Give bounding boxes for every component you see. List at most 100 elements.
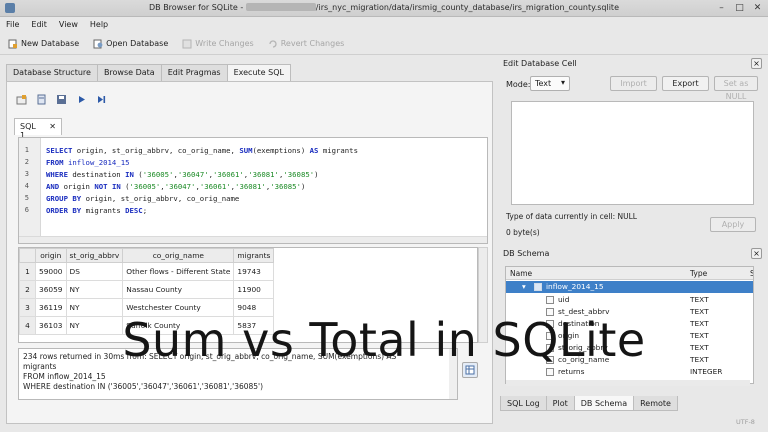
tab-execute-sql[interactable]: Execute SQL xyxy=(226,64,291,82)
execute-line-icon[interactable] xyxy=(96,94,107,107)
revert-changes-button[interactable]: Revert Changes xyxy=(268,39,345,49)
field-name: uid xyxy=(558,295,570,304)
dock-tab-remote[interactable]: Remote xyxy=(633,396,678,411)
close-sql-tab-icon[interactable]: ✕ xyxy=(49,122,56,132)
row-number: 2 xyxy=(19,280,36,299)
export-button[interactable]: Export xyxy=(662,76,709,91)
sql-editor[interactable]: 1 2 3 4 5 6 SELECT origin, st_orig_abbrv… xyxy=(18,137,488,244)
line-number: 4 xyxy=(24,182,29,190)
menu-edit[interactable]: Edit xyxy=(31,20,47,29)
table-cell[interactable]: 36059 xyxy=(35,280,67,299)
open-database-button[interactable]: Open Database xyxy=(93,39,168,49)
write-changes-label: Write Changes xyxy=(195,39,254,48)
line-number: 1 xyxy=(24,146,29,154)
sql-line: WHERE destination IN ('36005','36047','3… xyxy=(46,170,319,179)
column-header-origin[interactable]: origin xyxy=(35,248,67,263)
schema-col-type[interactable]: Type xyxy=(690,269,707,278)
close-dock-icon[interactable]: × xyxy=(751,248,762,259)
mode-label: Mode: xyxy=(506,80,531,89)
table-cell[interactable]: NY xyxy=(65,280,124,299)
close-dock-icon[interactable]: × xyxy=(751,58,762,69)
table-cell[interactable]: 11900 xyxy=(233,280,275,299)
mode-select[interactable]: Text ▾ xyxy=(530,76,570,91)
open-database-label: Open Database xyxy=(106,39,169,48)
table-cell[interactable]: 59000 xyxy=(35,262,67,281)
table-row[interactable]: 2 36059 NY Nassau County 11900 xyxy=(19,280,275,299)
set-as-null-button[interactable]: Set as NULL xyxy=(714,76,758,101)
tab-browse-data[interactable]: Browse Data xyxy=(96,64,162,81)
schema-table-name: inflow_2014_15 xyxy=(546,282,604,291)
dock-tab-db-schema[interactable]: DB Schema xyxy=(573,396,635,411)
sql-line: ORDER BY migrants DESC; xyxy=(46,206,148,215)
editor-horizontal-scrollbar[interactable] xyxy=(19,236,487,243)
schema-horizontal-scrollbar[interactable] xyxy=(506,380,750,386)
dock-tab-sql-log[interactable]: SQL Log xyxy=(500,396,547,411)
execute-all-icon[interactable] xyxy=(76,94,87,107)
table-cell[interactable]: Other flows - Different State xyxy=(122,262,235,281)
new-database-label: New Database xyxy=(21,39,80,48)
field-icon xyxy=(546,296,554,304)
new-database-button[interactable]: New Database xyxy=(8,39,79,49)
edit-cell-dock-title: Edit Database Cell xyxy=(503,59,577,68)
window-title: DB Browser for SQLite - /irs_nyc_migrati… xyxy=(0,3,768,12)
mode-value: Text xyxy=(535,79,552,88)
save-sql-file-icon[interactable] xyxy=(56,94,67,107)
write-changes-button[interactable]: Write Changes xyxy=(182,39,254,49)
cell-editor[interactable] xyxy=(511,101,754,205)
open-tab-icon[interactable] xyxy=(16,94,27,107)
line-number: 3 xyxy=(24,170,29,178)
main-tabs: Database Structure Browse Data Edit Prag… xyxy=(6,64,291,82)
table-icon xyxy=(534,283,542,291)
line-number: 6 xyxy=(24,206,29,214)
open-database-icon xyxy=(93,39,103,48)
schema-col-name[interactable]: Name xyxy=(510,269,532,278)
window-title-prefix: DB Browser for SQLite - xyxy=(149,3,246,12)
cell-size-info: 0 byte(s) xyxy=(506,228,540,237)
sql-editor-tab[interactable]: SQL 1 ✕ xyxy=(14,118,62,140)
encoding-indicator: UTF-8 xyxy=(736,418,755,426)
revert-changes-icon xyxy=(269,39,277,48)
sql-line: GROUP BY origin, st_orig_abbrv, co_orig_… xyxy=(46,194,240,203)
schema-header: Name Type S xyxy=(506,267,753,280)
table-cell[interactable]: 19743 xyxy=(233,262,275,281)
column-header-st-orig-abbrv[interactable]: st_orig_abbrv xyxy=(65,248,124,263)
field-type: TEXT xyxy=(690,295,709,304)
table-cell[interactable]: DS xyxy=(65,262,124,281)
maximize-button[interactable]: □ xyxy=(734,3,745,14)
table-row[interactable]: 1 59000 DS Other flows - Different State… xyxy=(19,262,275,281)
collapse-arrow-icon[interactable]: ▾ xyxy=(522,282,526,291)
sql-line: FROM inflow_2014_15 xyxy=(46,158,130,167)
minimize-button[interactable]: – xyxy=(716,3,727,14)
main-toolbar: New Database Open Database Write Changes… xyxy=(0,33,768,55)
row-number: 1 xyxy=(19,262,36,281)
column-header-co-orig-name[interactable]: co_orig_name xyxy=(122,248,235,263)
open-sql-file-icon[interactable] xyxy=(36,94,47,107)
new-database-icon xyxy=(8,39,17,48)
column-header-migrants[interactable]: migrants xyxy=(233,248,275,263)
import-button[interactable]: Import xyxy=(610,76,657,91)
dock-tabs: SQL Log Plot DB Schema Remote xyxy=(500,396,678,411)
cell-type-info: Type of data currently in cell: NULL xyxy=(506,212,637,221)
schema-col-schema[interactable]: S xyxy=(750,269,753,278)
line-number-gutter: 1 2 3 4 5 6 xyxy=(19,138,41,243)
apply-button[interactable]: Apply xyxy=(710,217,756,232)
menu-view[interactable]: View xyxy=(59,20,78,29)
schema-dock-title: DB Schema xyxy=(503,249,550,258)
title-bar: DB Browser for SQLite - /irs_nyc_migrati… xyxy=(0,0,768,17)
redacted-path xyxy=(245,3,316,11)
schema-table-row[interactable]: ▾ inflow_2014_15 xyxy=(506,281,753,293)
sql-line: AND origin NOT IN ('36005','36047','3606… xyxy=(46,182,306,191)
tab-edit-pragmas[interactable]: Edit Pragmas xyxy=(160,64,228,81)
table-cell[interactable]: Nassau County xyxy=(122,280,235,299)
sql-tab-label: SQL 1 xyxy=(20,122,36,140)
close-window-button[interactable]: ✕ xyxy=(752,3,763,14)
menu-file[interactable]: File xyxy=(6,20,19,29)
line-number: 2 xyxy=(24,158,29,166)
dock-tab-plot[interactable]: Plot xyxy=(545,396,575,411)
menu-help[interactable]: Help xyxy=(90,20,108,29)
sql-toolbar xyxy=(16,93,107,107)
window-title-path: /irs_nyc_migration/data/irsmig_county_da… xyxy=(315,3,619,12)
chevron-down-icon: ▾ xyxy=(560,78,565,87)
tab-database-structure[interactable]: Database Structure xyxy=(6,64,98,81)
revert-changes-label: Revert Changes xyxy=(280,39,345,48)
